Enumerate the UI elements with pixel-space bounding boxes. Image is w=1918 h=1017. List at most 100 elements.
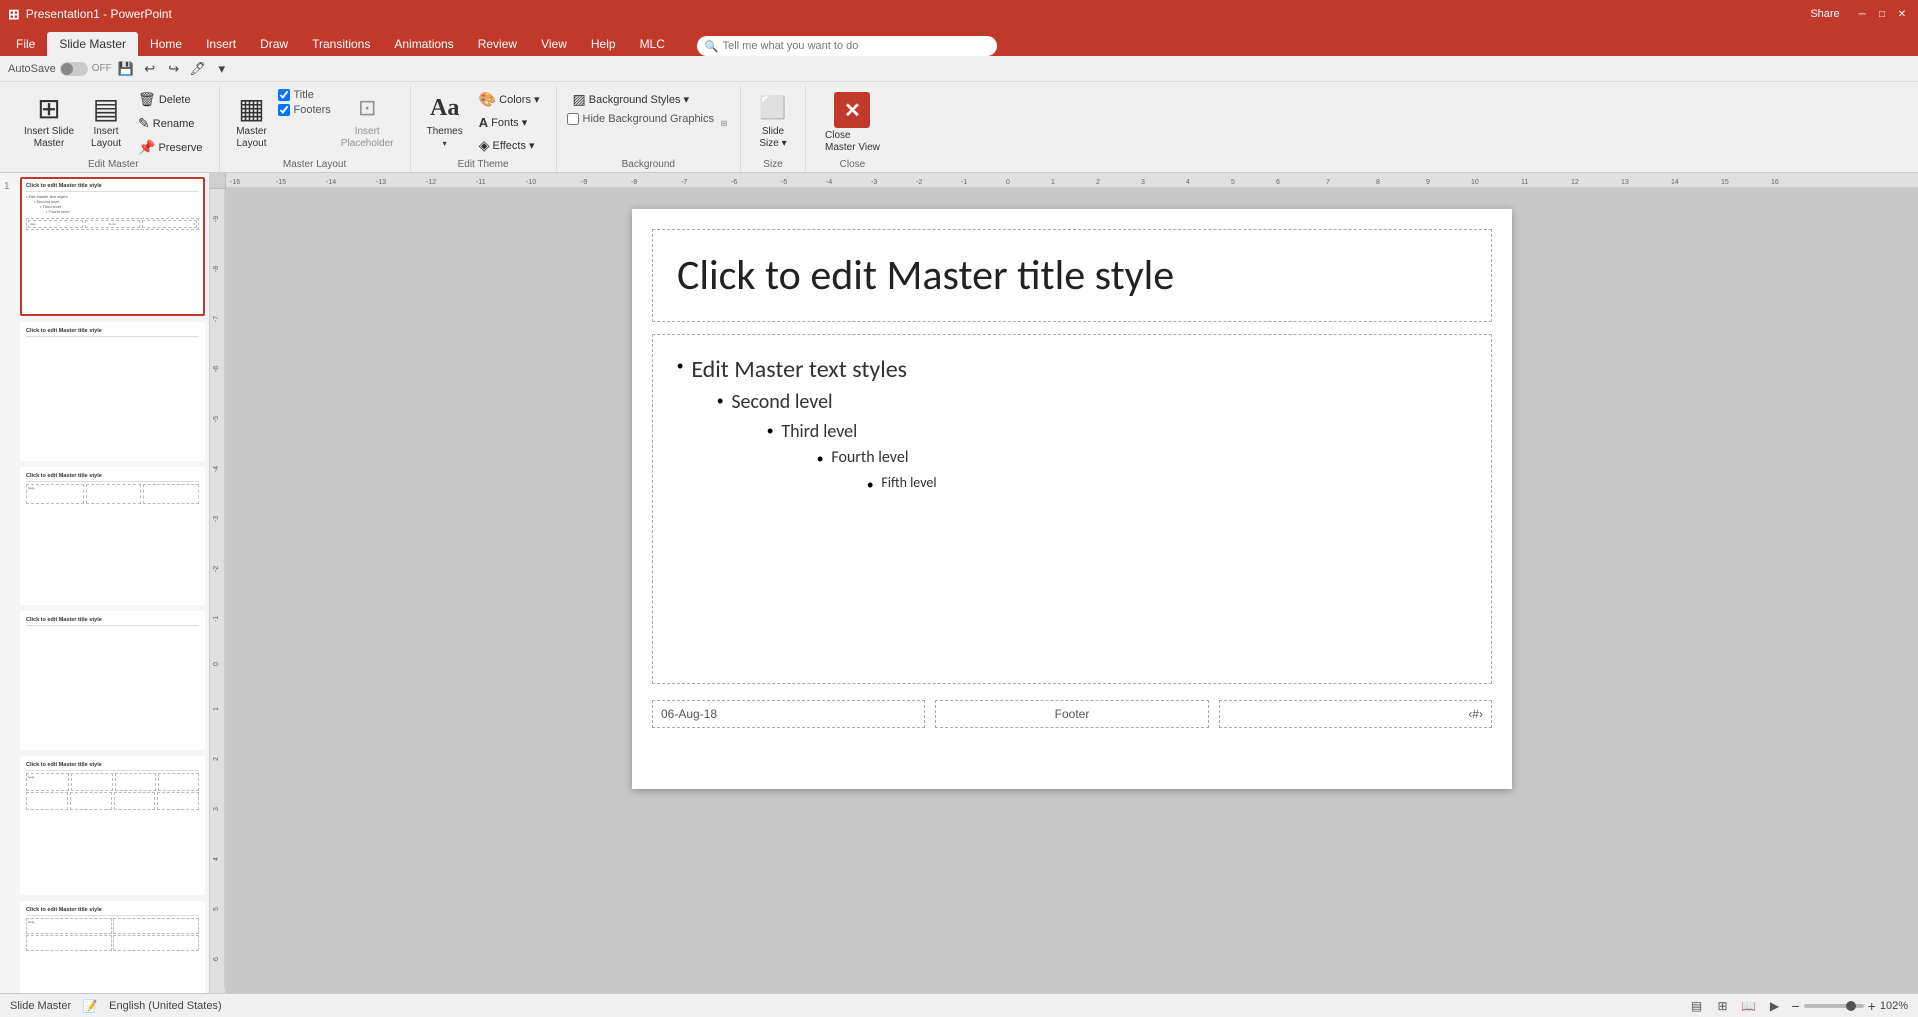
content-level2[interactable]: • Second level xyxy=(677,390,1467,414)
insert-slide-master-button[interactable]: ⊞ Insert SlideMaster xyxy=(18,88,80,154)
present-button[interactable]: 🖊 xyxy=(188,59,208,79)
zoom-slider[interactable] xyxy=(1804,1004,1864,1008)
svg-text:1: 1 xyxy=(1051,179,1055,186)
slide-thumb-6[interactable]: Click to edit Master title style body xyxy=(4,901,205,993)
delete-button[interactable]: 🗑 Delete xyxy=(132,88,208,111)
fonts-button[interactable]: A Fonts ▾ xyxy=(473,112,546,133)
content-placeholder[interactable]: • Edit Master text styles • Second level… xyxy=(652,334,1492,684)
close-window-button[interactable]: ✕ xyxy=(1894,6,1910,22)
footer-page-num[interactable]: ‹#› xyxy=(1219,700,1492,728)
slide-thumb-1[interactable]: 1 Click to edit Master title style • Edi… xyxy=(4,177,205,316)
slide-thumb-img-1[interactable]: Click to edit Master title style • Edit … xyxy=(20,177,205,316)
rename-button[interactable]: ✎ Rename xyxy=(132,112,208,135)
colors-icon: 🎨 xyxy=(479,91,496,108)
svg-text:7: 7 xyxy=(1326,179,1330,186)
tab-slide-master[interactable]: Slide Master xyxy=(47,32,138,56)
zoom-thumb[interactable] xyxy=(1846,1001,1856,1011)
themes-icon: Aa xyxy=(429,92,461,124)
delete-label: Delete xyxy=(159,94,191,106)
background-styles-button[interactable]: ▨ Background Styles ▾ xyxy=(567,88,714,111)
slide-thumb-inner-4: Click to edit Master title style xyxy=(22,613,203,748)
slide-title-text[interactable]: Click to edit Master title style xyxy=(677,250,1467,301)
svg-text:-5: -5 xyxy=(213,416,220,422)
tab-home[interactable]: Home xyxy=(138,32,194,56)
effects-button[interactable]: ◈ Effects ▾ xyxy=(473,134,546,157)
tab-insert[interactable]: Insert xyxy=(194,32,248,56)
slide-sorter-button[interactable]: ⊞ xyxy=(1713,997,1731,1015)
undo-button[interactable]: ↩ xyxy=(140,59,160,79)
slide-thumb-4[interactable]: Click to edit Master title style xyxy=(4,611,205,750)
footers-checkbox[interactable] xyxy=(278,104,290,116)
master-layout-icon: ▦ xyxy=(236,92,268,124)
slide-num-4 xyxy=(4,611,16,615)
footer-text[interactable]: Footer xyxy=(935,700,1208,728)
autosave-label: AutoSave xyxy=(8,63,56,75)
ribbon-group-edit-master: ⊞ Insert SlideMaster ▤ InsertLayout 🗑 De… xyxy=(8,86,220,172)
tab-mlc[interactable]: MLC xyxy=(628,32,677,56)
content-level5[interactable]: • Fifth level xyxy=(677,474,1467,494)
reading-view-button[interactable]: 📖 xyxy=(1739,997,1757,1015)
master-layout-button[interactable]: ▦ MasterLayout xyxy=(230,88,274,154)
zoom-in-icon[interactable]: + xyxy=(1868,998,1876,1014)
tab-animations[interactable]: Animations xyxy=(382,32,465,56)
save-button[interactable]: 💾 xyxy=(116,59,136,79)
title-placeholder[interactable]: Click to edit Master title style xyxy=(652,229,1492,322)
svg-text:13: 13 xyxy=(1621,179,1629,186)
tab-transitions[interactable]: Transitions xyxy=(300,32,382,56)
zoom-level[interactable]: 102% xyxy=(1880,1000,1908,1012)
tab-review[interactable]: Review xyxy=(466,32,529,56)
tab-draw[interactable]: Draw xyxy=(248,32,300,56)
slide-thumb-img-2[interactable]: Click to edit Master title style xyxy=(20,322,205,461)
tab-file[interactable]: File xyxy=(4,32,47,56)
slide-thumb-2[interactable]: Click to edit Master title style xyxy=(4,322,205,461)
slide-size-button[interactable]: ⬜ SlideSize ▾ xyxy=(751,88,795,154)
slide-canvas[interactable]: Click to edit Master title style • Edit … xyxy=(632,209,1512,789)
title-checkbox[interactable] xyxy=(278,89,290,101)
svg-text:-3: -3 xyxy=(213,516,220,522)
slide-thumb-img-3[interactable]: Click to edit Master title style body xyxy=(20,467,205,606)
slides-panel[interactable]: 1 Click to edit Master title style • Edi… xyxy=(0,173,210,993)
colors-button[interactable]: 🎨 Colors ▾ xyxy=(473,88,546,111)
tab-view[interactable]: View xyxy=(529,32,579,56)
normal-view-button[interactable]: ▤ xyxy=(1687,997,1705,1015)
restore-button[interactable]: □ xyxy=(1874,6,1890,22)
minimize-button[interactable]: ─ xyxy=(1854,6,1870,22)
ribbon-group-background: ▨ Background Styles ▾ Hide Background Gr… xyxy=(557,86,741,172)
fonts-label: Fonts ▾ xyxy=(491,116,527,129)
qat-dropdown[interactable]: ▾ xyxy=(212,59,232,79)
content-text-level1[interactable]: Edit Master text styles xyxy=(691,355,907,384)
content-level4[interactable]: • Fourth level xyxy=(677,448,1467,468)
slide-canvas-wrapper[interactable]: Click to edit Master title style • Edit … xyxy=(226,189,1918,993)
preserve-button[interactable]: 📌 Preserve xyxy=(132,136,208,159)
insert-layout-button[interactable]: ▤ InsertLayout xyxy=(84,88,128,154)
share-button[interactable]: Share xyxy=(1800,6,1850,22)
search-icon: 🔍 xyxy=(705,40,719,53)
content-text-level2[interactable]: Second level xyxy=(731,390,832,414)
content-level3[interactable]: • Third level xyxy=(677,420,1467,442)
footer-date[interactable]: 06-Aug-18 xyxy=(652,700,925,728)
zoom-out-icon[interactable]: − xyxy=(1791,998,1799,1014)
content-text-level4[interactable]: Fourth level xyxy=(831,448,908,467)
slide-thumb-5[interactable]: Click to edit Master title style body xyxy=(4,756,205,895)
content-text-level3[interactable]: Third level xyxy=(781,420,857,442)
tab-help[interactable]: Help xyxy=(579,32,628,56)
autosave-toggle[interactable] xyxy=(60,62,88,76)
notes-view-toggle[interactable]: 📝 xyxy=(81,997,99,1015)
slideshow-button[interactable]: ▶ xyxy=(1765,997,1783,1015)
slide-thumb-img-5[interactable]: Click to edit Master title style body xyxy=(20,756,205,895)
close-master-view-button[interactable]: ✕ CloseMaster View xyxy=(816,88,889,158)
content-text-level5[interactable]: Fifth level xyxy=(881,474,936,491)
redo-button[interactable]: ↪ xyxy=(164,59,184,79)
slide-thumb-img-6[interactable]: Click to edit Master title style body xyxy=(20,901,205,993)
insert-placeholder-button[interactable]: ⊡ InsertPlaceholder xyxy=(335,88,400,154)
content-level1[interactable]: • Edit Master text styles xyxy=(677,355,1467,384)
background-expand[interactable]: ⊞ xyxy=(718,88,730,159)
fonts-icon: A xyxy=(479,115,488,130)
slide-thumb-3[interactable]: Click to edit Master title style body xyxy=(4,467,205,606)
slide-thumb-img-4[interactable]: Click to edit Master title style xyxy=(20,611,205,750)
hide-bg-graphics-checkbox[interactable] xyxy=(567,113,579,125)
ribbon-tabs: File Slide Master Home Insert Draw Trans… xyxy=(0,28,1918,56)
svg-text:-2: -2 xyxy=(916,179,922,186)
autosave-state: OFF xyxy=(92,63,112,74)
themes-button[interactable]: Aa Themes ▾ xyxy=(421,88,469,152)
